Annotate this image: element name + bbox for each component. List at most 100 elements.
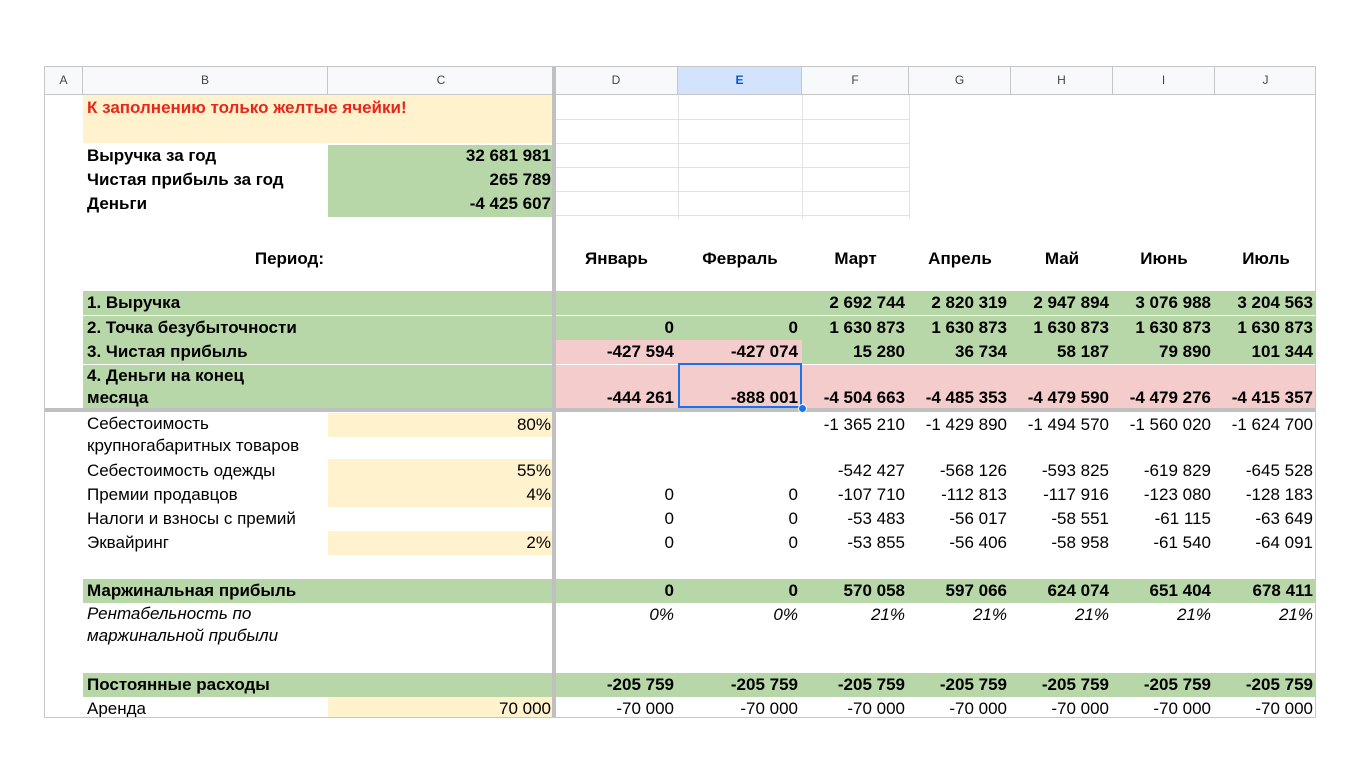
value-cell[interactable]: -63 649	[1215, 508, 1315, 530]
column-header-j[interactable]: J	[1215, 67, 1315, 95]
value-cell[interactable]: 21%	[909, 604, 1011, 626]
value-cell[interactable]: 21%	[1113, 604, 1215, 626]
value-cell[interactable]: 101 344	[1215, 341, 1315, 363]
value-cell[interactable]: -117 916	[1011, 484, 1113, 506]
param-value[interactable]: 70 000	[328, 698, 555, 717]
value-cell[interactable]: 0	[678, 580, 802, 602]
value-cell[interactable]: -205 759	[802, 674, 909, 696]
selected-cell-outline[interactable]	[678, 363, 802, 408]
value-cell[interactable]: 3 076 988	[1113, 292, 1215, 314]
value-cell[interactable]: -53 855	[802, 532, 909, 554]
value-cell[interactable]: 0	[678, 532, 802, 554]
value-cell[interactable]: -64 091	[1215, 532, 1315, 554]
value-cell[interactable]: -1 494 570	[1011, 414, 1113, 436]
value-cell[interactable]: -56 017	[909, 508, 1011, 530]
value-cell[interactable]: -56 406	[909, 532, 1011, 554]
value-cell[interactable]: -128 183	[1215, 484, 1315, 506]
column-header-e[interactable]: E	[678, 67, 802, 95]
value-cell[interactable]: 1 630 873	[802, 317, 909, 339]
value-cell[interactable]: -70 000	[1215, 698, 1315, 717]
value-cell[interactable]: -1 560 020	[1113, 414, 1215, 436]
value-cell[interactable]: -123 080	[1113, 484, 1215, 506]
value-cell[interactable]: 0	[555, 484, 678, 506]
value-cell[interactable]: 0	[555, 508, 678, 530]
value-cell[interactable]: -205 759	[678, 674, 802, 696]
column-header-c[interactable]: C	[328, 67, 555, 95]
value-cell[interactable]: 0	[555, 532, 678, 554]
spreadsheet-grid[interactable]: ABCDEFGHIJ К заполнению только желтые яче…	[44, 66, 1316, 718]
value-cell[interactable]: -1 365 210	[802, 414, 909, 436]
summary-value[interactable]: 32 681 981	[328, 145, 555, 167]
value-cell[interactable]: 2 947 894	[1011, 292, 1113, 314]
column-header-h[interactable]: H	[1011, 67, 1113, 95]
param-value[interactable]: 4%	[328, 484, 555, 506]
value-cell[interactable]: -70 000	[1011, 698, 1113, 717]
column-header-a[interactable]: A	[45, 67, 83, 95]
value-cell[interactable]: -70 000	[1113, 698, 1215, 717]
value-cell[interactable]: 0	[555, 580, 678, 602]
param-value[interactable]: 2%	[328, 532, 555, 554]
value-cell[interactable]: 0	[555, 317, 678, 339]
value-cell[interactable]: 58 187	[1011, 341, 1113, 363]
value-cell[interactable]: 0	[678, 508, 802, 530]
value-cell[interactable]: 1 630 873	[1215, 317, 1315, 339]
value-cell[interactable]: -70 000	[909, 698, 1011, 717]
value-cell[interactable]: 21%	[1011, 604, 1113, 626]
value-cell[interactable]: 597 066	[909, 580, 1011, 602]
selection-fill-handle[interactable]	[798, 404, 807, 413]
value-cell[interactable]: 1 630 873	[909, 317, 1011, 339]
param-value[interactable]: 55%	[328, 460, 555, 482]
value-cell[interactable]: -4 479 590	[1011, 387, 1113, 409]
value-cell[interactable]: 36 734	[909, 341, 1011, 363]
value-cell[interactable]: 1 630 873	[1113, 317, 1215, 339]
param-value[interactable]: 80%	[328, 414, 555, 436]
value-cell[interactable]: 2 692 744	[802, 292, 909, 314]
value-cell[interactable]: -1 429 890	[909, 414, 1011, 436]
value-cell[interactable]: -205 759	[1011, 674, 1113, 696]
value-cell[interactable]: -593 825	[1011, 460, 1113, 482]
value-cell[interactable]: -205 759	[555, 674, 678, 696]
value-cell[interactable]: 21%	[1215, 604, 1315, 626]
value-cell[interactable]: -4 415 357	[1215, 387, 1315, 409]
value-cell[interactable]: -427 074	[678, 341, 802, 363]
value-cell[interactable]: 624 074	[1011, 580, 1113, 602]
column-header-f[interactable]: F	[802, 67, 909, 95]
column-header-b[interactable]: B	[83, 67, 328, 95]
value-cell[interactable]: -107 710	[802, 484, 909, 506]
value-cell[interactable]: -70 000	[678, 698, 802, 717]
summary-value[interactable]: -4 425 607	[328, 193, 555, 215]
value-cell[interactable]: -205 759	[1215, 674, 1315, 696]
column-header-i[interactable]: I	[1113, 67, 1215, 95]
value-cell[interactable]: -4 485 353	[909, 387, 1011, 409]
value-cell[interactable]: -70 000	[555, 698, 678, 717]
summary-value[interactable]: 265 789	[328, 169, 555, 191]
value-cell[interactable]: 2 820 319	[909, 292, 1011, 314]
value-cell[interactable]: -58 551	[1011, 508, 1113, 530]
value-cell[interactable]: 1 630 873	[1011, 317, 1113, 339]
value-cell[interactable]: -542 427	[802, 460, 909, 482]
column-header-g[interactable]: G	[909, 67, 1011, 95]
value-cell[interactable]: -53 483	[802, 508, 909, 530]
value-cell[interactable]: -1 624 700	[1215, 414, 1315, 436]
column-header-d[interactable]: D	[555, 67, 678, 95]
value-cell[interactable]: -4 504 663	[802, 387, 909, 409]
value-cell[interactable]: 0	[678, 317, 802, 339]
value-cell[interactable]: 0%	[678, 604, 802, 626]
value-cell[interactable]: -61 540	[1113, 532, 1215, 554]
value-cell[interactable]: 15 280	[802, 341, 909, 363]
value-cell[interactable]: 0%	[555, 604, 678, 626]
value-cell[interactable]: 79 890	[1113, 341, 1215, 363]
value-cell[interactable]: -205 759	[1113, 674, 1215, 696]
value-cell[interactable]: -645 528	[1215, 460, 1315, 482]
value-cell[interactable]: -568 126	[909, 460, 1011, 482]
value-cell[interactable]: -205 759	[909, 674, 1011, 696]
value-cell[interactable]: -427 594	[555, 341, 678, 363]
value-cell[interactable]: -70 000	[802, 698, 909, 717]
value-cell[interactable]: 570 058	[802, 580, 909, 602]
value-cell[interactable]: 21%	[802, 604, 909, 626]
value-cell[interactable]: 678 411	[1215, 580, 1315, 602]
value-cell[interactable]: -619 829	[1113, 460, 1215, 482]
value-cell[interactable]: 651 404	[1113, 580, 1215, 602]
value-cell[interactable]: -444 261	[555, 387, 678, 409]
value-cell[interactable]: -4 479 276	[1113, 387, 1215, 409]
